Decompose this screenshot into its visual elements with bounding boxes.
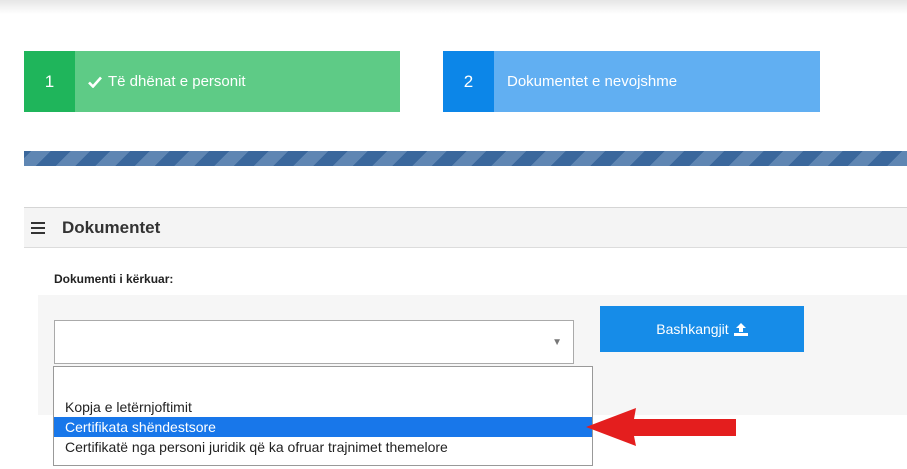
document-select[interactable]: ▼	[54, 320, 574, 364]
step-number: 1	[24, 51, 75, 112]
documents-panel: Dokumentet Dokumenti i kërkuar: ▼ Bashka…	[24, 207, 907, 469]
hamburger-icon[interactable]	[31, 221, 45, 234]
step-1-personal-data[interactable]: 1 Të dhënat e personit	[24, 51, 400, 112]
progress-bar	[24, 151, 907, 166]
step-label-wrapper: Të dhënat e personit	[88, 73, 246, 90]
document-field-label: Dokumenti i kërkuar:	[54, 272, 174, 286]
option-id-copy[interactable]: Kopja e letërnjoftimit	[54, 397, 592, 417]
step-label-wrapper: Dokumentet e nevojshme	[507, 73, 677, 90]
option-health-certificate[interactable]: Certifikata shëndestsore	[54, 417, 592, 437]
panel-title: Dokumentet	[62, 217, 161, 237]
chevron-down-icon[interactable]: ▼	[552, 337, 562, 348]
attach-button-label: Bashkangjit	[656, 321, 729, 337]
option-training-certificate[interactable]: Certifikatë nga personi juridik që ka of…	[54, 437, 592, 457]
step-label: Të dhënat e personit	[108, 73, 246, 90]
step-number: 2	[443, 51, 494, 112]
red-arrow-icon	[586, 408, 736, 446]
check-icon	[88, 76, 102, 88]
attach-button[interactable]: Bashkangjit	[600, 306, 804, 352]
option-empty[interactable]	[54, 367, 592, 387]
step-2-documents[interactable]: 2 Dokumentet e nevojshme	[443, 51, 820, 112]
top-shadow	[0, 0, 907, 14]
upload-icon	[733, 322, 748, 336]
panel-header: Dokumentet	[24, 207, 907, 248]
document-options-list: Kopja e letërnjoftimit Certifikata shënd…	[53, 366, 593, 466]
step-label: Dokumentet e nevojshme	[507, 73, 678, 90]
